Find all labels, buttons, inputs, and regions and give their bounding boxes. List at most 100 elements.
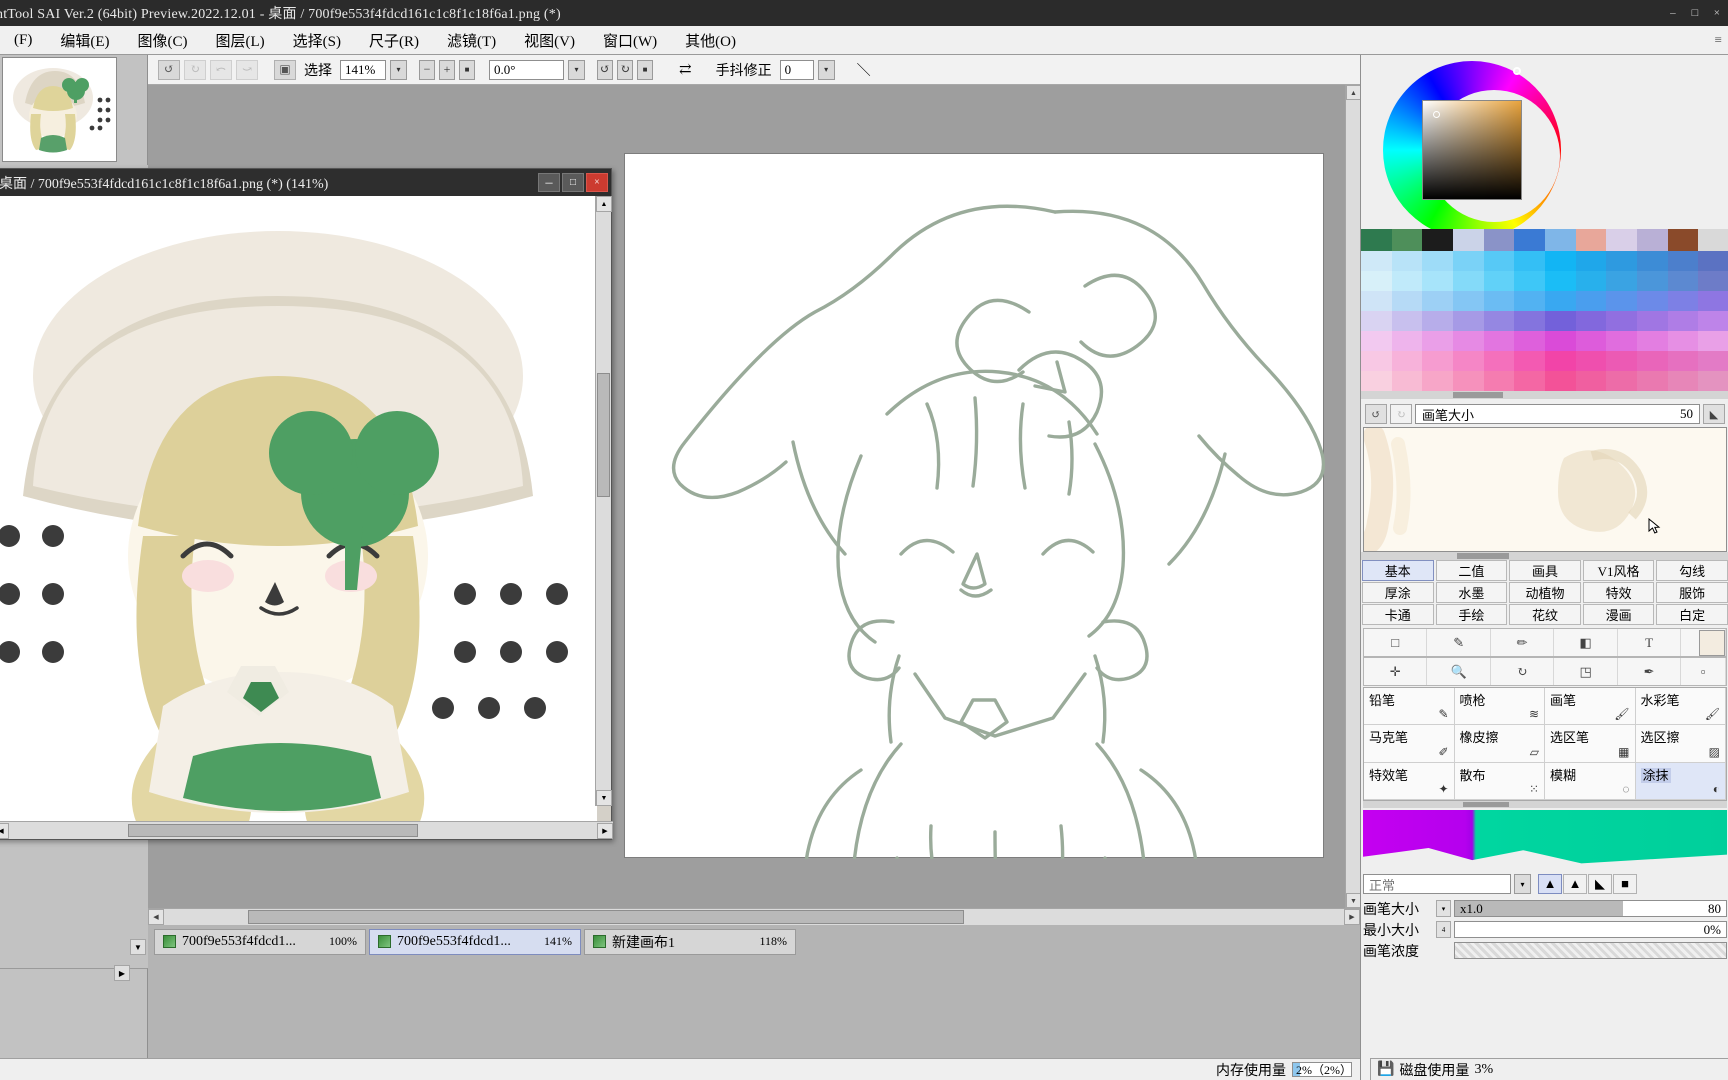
palette-cell-31[interactable] bbox=[1575, 291, 1607, 311]
color-swatch-7[interactable] bbox=[1575, 229, 1607, 251]
color-swatch-11[interactable] bbox=[1698, 229, 1728, 251]
palette-cell-1[interactable] bbox=[1391, 251, 1423, 271]
child-horizontal-scroll-thumb[interactable] bbox=[128, 824, 418, 837]
document-tab-3[interactable]: 新建画布1 118% bbox=[584, 928, 796, 955]
palette-cell-16[interactable] bbox=[1483, 271, 1515, 291]
palette-cell-17[interactable] bbox=[1514, 271, 1545, 291]
palette-cell-23[interactable] bbox=[1698, 271, 1728, 291]
palette-cell-9[interactable] bbox=[1636, 251, 1668, 271]
palette-cell-7[interactable] bbox=[1575, 251, 1607, 271]
category-tab-baiding[interactable]: 白定 bbox=[1656, 604, 1728, 625]
preview-scrollbar[interactable] bbox=[1361, 552, 1728, 560]
brush-grid-scrollbar[interactable] bbox=[1363, 801, 1727, 808]
palette-cell-28[interactable] bbox=[1483, 291, 1515, 311]
gradient-icon[interactable]: ◧ bbox=[1554, 629, 1618, 656]
brush-shape-preview[interactable] bbox=[1363, 810, 1727, 870]
palette-cell-66[interactable] bbox=[1544, 351, 1576, 371]
horizontal-scroll-thumb[interactable] bbox=[248, 910, 964, 924]
brush-stroke-preview[interactable] bbox=[1363, 427, 1727, 552]
brush-preset-6[interactable]: 选区笔 ▦ bbox=[1545, 725, 1636, 763]
menu-item-image[interactable]: 图像(C) bbox=[124, 28, 202, 53]
category-tab-gouxian[interactable]: 勾线 bbox=[1656, 560, 1728, 581]
palette-cell-68[interactable] bbox=[1606, 351, 1637, 371]
shape-button-2[interactable]: ▲ bbox=[1563, 874, 1587, 894]
transform-tool-icon[interactable]: ◳ bbox=[1554, 658, 1618, 685]
palette-cell-2[interactable] bbox=[1422, 251, 1453, 271]
palette-cell-21[interactable] bbox=[1636, 271, 1668, 291]
brush-size-expand-icon[interactable]: ◣ bbox=[1703, 404, 1725, 424]
slider-dropdown-brush-size[interactable]: ▾ bbox=[1436, 900, 1451, 917]
child-scroll-right-button[interactable]: ▶ bbox=[597, 823, 613, 839]
palette-cell-75[interactable] bbox=[1452, 371, 1484, 391]
selection-toggle-icon[interactable]: ▣ bbox=[274, 59, 296, 80]
brush-preset-1[interactable]: 喷枪 ≋ bbox=[1454, 688, 1545, 726]
brush-preset-5[interactable]: 橡皮擦 ▱ bbox=[1454, 725, 1545, 763]
palette-cell-8[interactable] bbox=[1606, 251, 1637, 271]
undo-button[interactable]: ↺ bbox=[158, 59, 180, 80]
palette-cell-50[interactable] bbox=[1422, 331, 1453, 351]
color-swatch-10[interactable] bbox=[1667, 229, 1699, 251]
menu-item-select[interactable]: 选择(S) bbox=[279, 28, 355, 53]
move-tool-icon[interactable]: ✛ bbox=[1364, 658, 1428, 685]
canvas-vertical-scrollbar[interactable]: ▲ ▼ bbox=[1345, 85, 1361, 908]
palette-cell-0[interactable] bbox=[1361, 251, 1392, 271]
color-swatch-0[interactable] bbox=[1361, 229, 1392, 251]
palette-cell-61[interactable] bbox=[1391, 351, 1423, 371]
navigator-thumbnail[interactable] bbox=[2, 57, 117, 162]
category-tab-erzhi[interactable]: 二值 bbox=[1435, 560, 1508, 581]
palette-cell-70[interactable] bbox=[1667, 351, 1699, 371]
palette-cell-4[interactable] bbox=[1483, 251, 1515, 271]
child-canvas[interactable] bbox=[0, 196, 597, 823]
palette-cell-12[interactable] bbox=[1361, 271, 1392, 291]
palette-cell-80[interactable] bbox=[1606, 371, 1637, 391]
menu-item-layer[interactable]: 图层(L) bbox=[202, 28, 279, 53]
child-horizontal-scrollbar[interactable]: ◀ ▶ bbox=[0, 821, 613, 839]
window-close-button[interactable]: × bbox=[1706, 0, 1728, 26]
brush-size-field[interactable]: 画笔大小 50 bbox=[1415, 404, 1700, 424]
palette-cell-5[interactable] bbox=[1514, 251, 1545, 271]
palette-cell-74[interactable] bbox=[1422, 371, 1453, 391]
palette-cell-78[interactable] bbox=[1544, 371, 1576, 391]
palette-cell-59[interactable] bbox=[1698, 331, 1728, 351]
category-tab-dongzhiwu[interactable]: 动植物 bbox=[1509, 582, 1581, 603]
brush-history-forward-icon[interactable]: ↻ bbox=[1390, 404, 1412, 424]
child-maximize-button[interactable]: □ bbox=[562, 173, 584, 192]
palette-cell-57[interactable] bbox=[1636, 331, 1668, 351]
menu-item-view[interactable]: 视图(V) bbox=[510, 28, 589, 53]
palette-cell-35[interactable] bbox=[1698, 291, 1728, 311]
child-vertical-scroll-thumb[interactable] bbox=[597, 373, 610, 497]
text-tool-icon[interactable]: T bbox=[1618, 629, 1682, 656]
brush-preset-10[interactable]: 模糊 ◌ bbox=[1545, 762, 1636, 800]
palette-cell-11[interactable] bbox=[1698, 251, 1728, 271]
category-tab-texiao[interactable]: 特效 bbox=[1582, 582, 1655, 603]
palette-cell-65[interactable] bbox=[1514, 351, 1545, 371]
palette-cell-56[interactable] bbox=[1606, 331, 1637, 351]
color-swatch-8[interactable] bbox=[1606, 229, 1638, 251]
brush-preset-7[interactable]: 选区擦 ▨ bbox=[1635, 725, 1726, 763]
palette-cell-48[interactable] bbox=[1361, 331, 1392, 351]
palette-cell-52[interactable] bbox=[1483, 331, 1515, 351]
palette-cell-45[interactable] bbox=[1636, 311, 1668, 331]
scroll-down-button[interactable]: ▼ bbox=[1346, 893, 1361, 908]
palette-cell-30[interactable] bbox=[1544, 291, 1576, 311]
palette-cell-15[interactable] bbox=[1452, 271, 1484, 291]
color-swatch-3[interactable] bbox=[1453, 229, 1484, 251]
palette-scroll-thumb[interactable] bbox=[1453, 392, 1503, 398]
history-forward-button[interactable]: ⤻ bbox=[236, 59, 258, 80]
palette-cell-34[interactable] bbox=[1667, 291, 1699, 311]
color-swatch-4[interactable] bbox=[1483, 229, 1515, 251]
child-scroll-up-button[interactable]: ▲ bbox=[596, 196, 612, 212]
palette-cell-37[interactable] bbox=[1391, 311, 1423, 331]
preview-scroll-thumb[interactable] bbox=[1457, 553, 1509, 559]
brush-preset-4[interactable]: 马克笔 ✐ bbox=[1364, 725, 1455, 763]
palette-cell-26[interactable] bbox=[1422, 291, 1453, 311]
child-minimize-button[interactable]: － bbox=[538, 173, 560, 192]
eyedropper-icon[interactable]: ✒ bbox=[1618, 658, 1682, 685]
palette-cell-14[interactable] bbox=[1422, 271, 1453, 291]
brush-preset-0[interactable]: 铅笔 ✎ bbox=[1364, 688, 1455, 726]
zoom-out-button[interactable]: − bbox=[419, 59, 435, 80]
palette-cell-79[interactable] bbox=[1575, 371, 1607, 391]
palette-cell-64[interactable] bbox=[1483, 351, 1515, 371]
scroll-right-button[interactable]: ▶ bbox=[1344, 909, 1360, 925]
color-swatch-1[interactable] bbox=[1391, 229, 1423, 251]
